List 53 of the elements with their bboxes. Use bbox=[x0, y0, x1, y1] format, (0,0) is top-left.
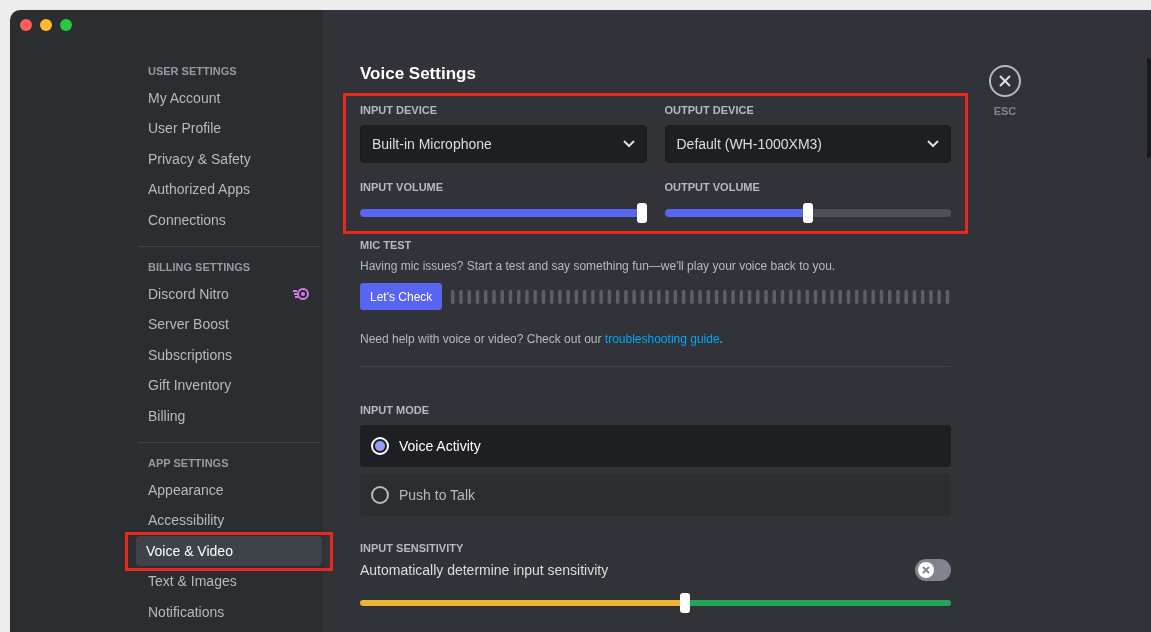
sidebar-item[interactable]: Subscriptions bbox=[138, 340, 320, 370]
volume-slider[interactable] bbox=[360, 203, 647, 223]
help-text: Need help with voice or video? Check out our troubleshooting guide. bbox=[360, 332, 724, 347]
slider-thumb[interactable] bbox=[802, 203, 813, 223]
page-title: Voice Settings bbox=[360, 63, 477, 85]
volume-slider[interactable] bbox=[664, 203, 951, 223]
sidebar-item[interactable]: My Account bbox=[138, 83, 320, 113]
section-header: INPUT MODE bbox=[360, 403, 431, 417]
esc-label: ESC bbox=[993, 104, 1017, 119]
close-icon bbox=[999, 75, 1011, 87]
section-header: USER SETTINGS bbox=[147, 64, 238, 79]
sidebar-item[interactable]: Gift Inventory bbox=[138, 370, 320, 401]
section-header: APP SETTINGS bbox=[147, 456, 230, 471]
device-dropdown[interactable]: Default (WH-1000XM3) bbox=[664, 125, 951, 163]
sidebar-item[interactable]: Connections bbox=[138, 205, 320, 235]
field-label: INPUT DEVICE bbox=[360, 103, 438, 117]
sidebar-item[interactable]: Authorized Apps bbox=[138, 174, 320, 205]
sidebar-item[interactable]: Privacy & Safety bbox=[138, 144, 320, 174]
sidebar-item[interactable]: Text & Images bbox=[138, 566, 320, 597]
slider-thumb[interactable] bbox=[636, 203, 647, 223]
field-label: OUTPUT VOLUME bbox=[664, 180, 761, 194]
radio-icon bbox=[371, 437, 389, 455]
close-button[interactable] bbox=[989, 65, 1021, 97]
sidebar-item[interactable]: Discord Nitro bbox=[138, 279, 320, 309]
lets-check-button[interactable]: Let's Check bbox=[360, 283, 443, 310]
setting-label: Automatically determine input sensitivity bbox=[360, 560, 609, 580]
chevron-down-icon bbox=[622, 140, 635, 148]
chevron-down-icon bbox=[927, 140, 939, 148]
sidebar-item[interactable]: Notifications bbox=[138, 597, 320, 627]
field-label: INPUT VOLUME bbox=[360, 180, 445, 194]
sensitivity-slider[interactable] bbox=[360, 593, 951, 613]
slider-thumb[interactable] bbox=[679, 593, 690, 613]
sidebar-item[interactable]: Appearance bbox=[138, 475, 320, 505]
sidebar-item[interactable]: Server Boost bbox=[138, 309, 320, 340]
close-window-icon[interactable] bbox=[20, 19, 32, 31]
section-header: BILLING SETTINGS bbox=[147, 260, 252, 275]
radio-icon bbox=[371, 486, 389, 504]
toggle-switch[interactable] bbox=[915, 559, 951, 581]
close-icon bbox=[922, 566, 930, 574]
radio-option[interactable]: Voice Activity bbox=[360, 425, 951, 467]
section-header: MIC TEST bbox=[360, 238, 413, 252]
troubleshooting-link[interactable]: troubleshooting guide bbox=[604, 332, 720, 346]
description-text: Having mic issues? Start a test and say something fun—we'll play your voice back to you. bbox=[360, 259, 837, 274]
sidebar-item[interactable]: Accessibility bbox=[138, 505, 320, 536]
sidebar-item[interactable]: User Profile bbox=[138, 113, 320, 144]
radio-option[interactable]: Push to Talk bbox=[360, 474, 951, 516]
sidebar-item[interactable]: Voice & Video bbox=[136, 536, 322, 566]
sidebar-item[interactable]: Billing bbox=[138, 401, 320, 431]
minimize-window-icon[interactable] bbox=[40, 19, 52, 31]
field-label: OUTPUT DEVICE bbox=[664, 103, 755, 117]
section-header: INPUT SENSITIVITY bbox=[360, 541, 465, 555]
device-dropdown[interactable]: Built-in Microphone bbox=[360, 125, 647, 163]
zoom-window-icon[interactable] bbox=[60, 19, 72, 31]
